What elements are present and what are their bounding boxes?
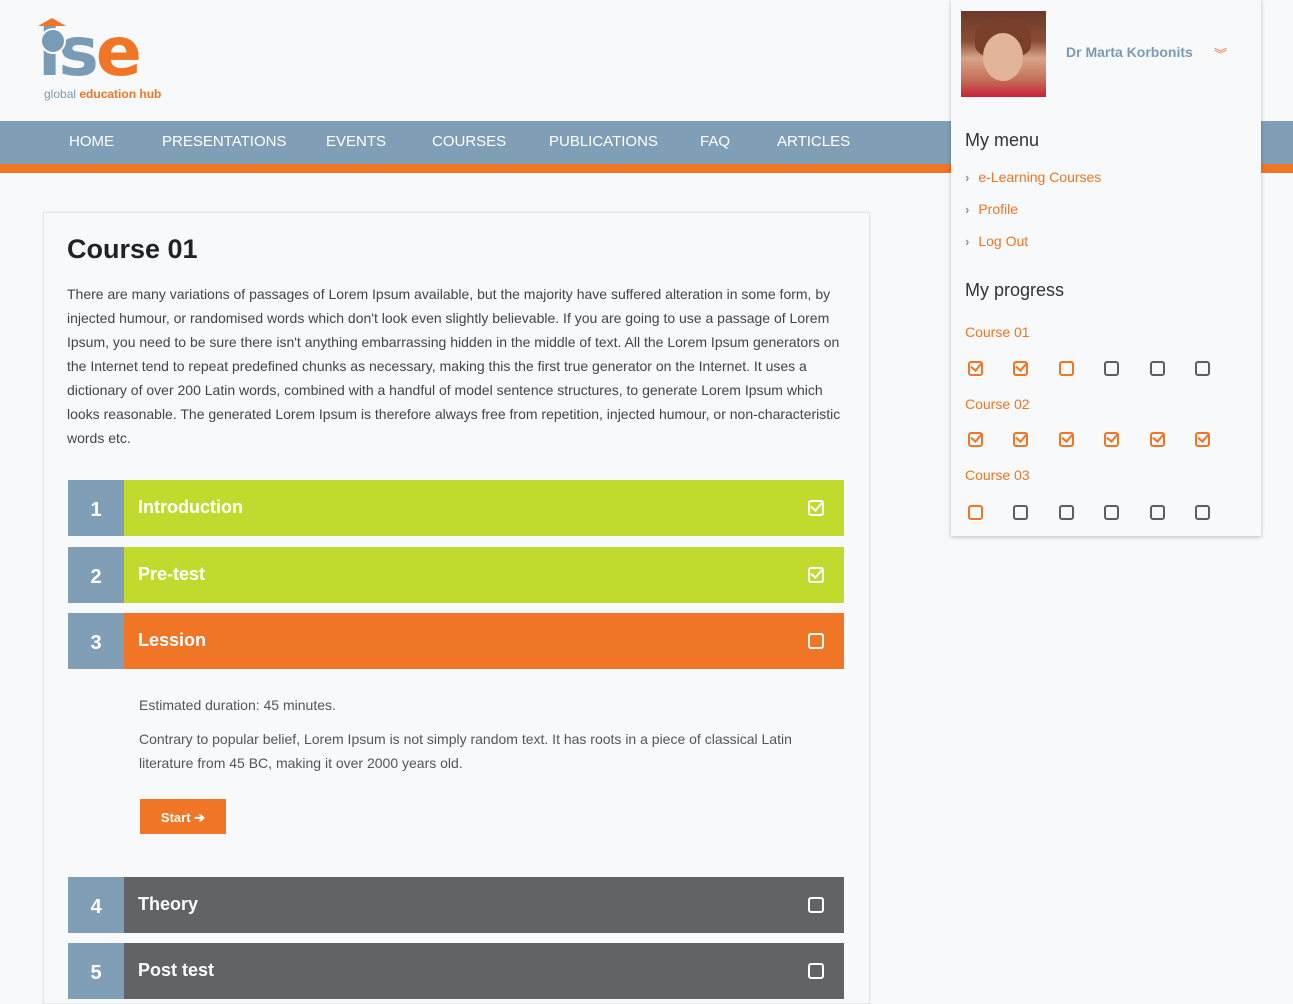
step-bar: Theory — [124, 877, 844, 933]
start-button[interactable]: Start ➔ — [140, 799, 226, 834]
checkbox-checked-icon — [1013, 432, 1028, 447]
checkbox-empty-icon — [1104, 505, 1119, 520]
graduation-cap-icon — [38, 18, 66, 26]
course-step-5[interactable]: 5 Post test — [68, 943, 844, 999]
nav-item-faq[interactable]: FAQ — [700, 133, 730, 150]
checkbox-empty-icon — [808, 963, 824, 979]
checkbox-empty-icon — [968, 505, 983, 520]
chevron-right-icon: › — [965, 202, 970, 217]
checkbox-checked-icon — [1150, 432, 1165, 447]
step-label: Lession — [138, 630, 207, 650]
checkbox-empty-icon — [1195, 505, 1210, 520]
nav-item-events[interactable]: EVENTS — [326, 133, 386, 150]
checkbox-empty-icon — [808, 897, 824, 913]
step-bar: Pre-test — [124, 547, 844, 603]
step-number: 3 — [68, 613, 124, 669]
step-bar: Post test — [124, 943, 844, 999]
nav-item-home[interactable]: HOME — [69, 133, 114, 150]
lesson-duration: Estimated duration: 45 minutes. — [139, 697, 336, 713]
menu-item-elearning-courses[interactable]: › e-Learning Courses — [965, 169, 1101, 185]
course-step-2[interactable]: 2 Pre-test — [68, 547, 844, 603]
nav-item-articles[interactable]: ARTICLES — [777, 133, 850, 150]
course-step-4[interactable]: 4 Theory — [68, 877, 844, 933]
step-bar: Introduction — [124, 480, 844, 536]
chevron-right-icon: › — [965, 234, 970, 249]
step-label: Introduction — [138, 497, 243, 517]
checkbox-checked-icon — [1059, 432, 1074, 447]
step-number: 5 — [68, 943, 124, 999]
checkbox-checked-icon — [968, 361, 983, 376]
step-number: 4 — [68, 877, 124, 933]
step-label: Theory — [138, 894, 199, 914]
site-logo[interactable]: ise global education hub — [38, 14, 178, 106]
course-description: There are many variations of passages of… — [67, 286, 841, 446]
checkbox-checked-icon — [1013, 361, 1028, 376]
progress-course-name[interactable]: Course 03 — [965, 467, 1030, 483]
avatar[interactable] — [961, 11, 1046, 97]
checkbox-checked-icon — [808, 567, 824, 583]
progress-course-name[interactable]: Course 01 — [965, 324, 1030, 340]
checkbox-empty-icon — [1059, 505, 1074, 520]
arrow-right-icon: ➔ — [194, 810, 206, 825]
step-bar: Lession — [124, 613, 844, 669]
logo-tagline: global education hub — [44, 87, 162, 101]
nav-item-presentations[interactable]: PRESENTATIONS — [162, 133, 286, 150]
checkbox-checked-icon — [1104, 432, 1119, 447]
course-step-3[interactable]: 3 Lession — [68, 613, 844, 669]
lesson-text: Contrary to popular belief, Lorem Ipsum … — [139, 731, 792, 771]
course-title: Course 01 — [67, 234, 198, 264]
checkbox-empty-icon — [808, 633, 824, 649]
checkbox-empty-icon — [1195, 361, 1210, 376]
checkbox-empty-icon — [1104, 361, 1119, 376]
checkbox-empty-icon — [1150, 505, 1165, 520]
checkbox-empty-icon — [1059, 361, 1074, 376]
my-menu-heading: My menu — [965, 130, 1040, 150]
nav-item-courses[interactable]: COURSES — [432, 133, 506, 150]
checkbox-empty-icon — [1150, 361, 1165, 376]
my-progress-heading: My progress — [965, 280, 1065, 300]
step-number: 1 — [68, 480, 124, 536]
start-button-label: Start — [160, 810, 191, 825]
step-number: 2 — [68, 547, 124, 603]
double-chevron-down-icon[interactable]: ︾ — [1214, 44, 1227, 63]
user-name[interactable]: Dr Marta Korbonits — [1066, 44, 1193, 60]
step-label: Post test — [138, 960, 215, 980]
menu-item-log-out[interactable]: › Log Out — [965, 233, 1028, 249]
checkbox-checked-icon — [808, 500, 824, 516]
nav-item-publications[interactable]: PUBLICATIONS — [549, 133, 658, 150]
menu-item-profile[interactable]: › Profile — [965, 201, 1018, 217]
globe-icon — [40, 28, 66, 54]
step-label: Pre-test — [138, 564, 206, 584]
progress-course-name[interactable]: Course 02 — [965, 396, 1030, 412]
course-step-1[interactable]: 1 Introduction — [68, 480, 844, 536]
checkbox-checked-icon — [1195, 432, 1210, 447]
checkbox-empty-icon — [1013, 505, 1028, 520]
checkbox-checked-icon — [968, 432, 983, 447]
chevron-right-icon: › — [965, 170, 970, 185]
